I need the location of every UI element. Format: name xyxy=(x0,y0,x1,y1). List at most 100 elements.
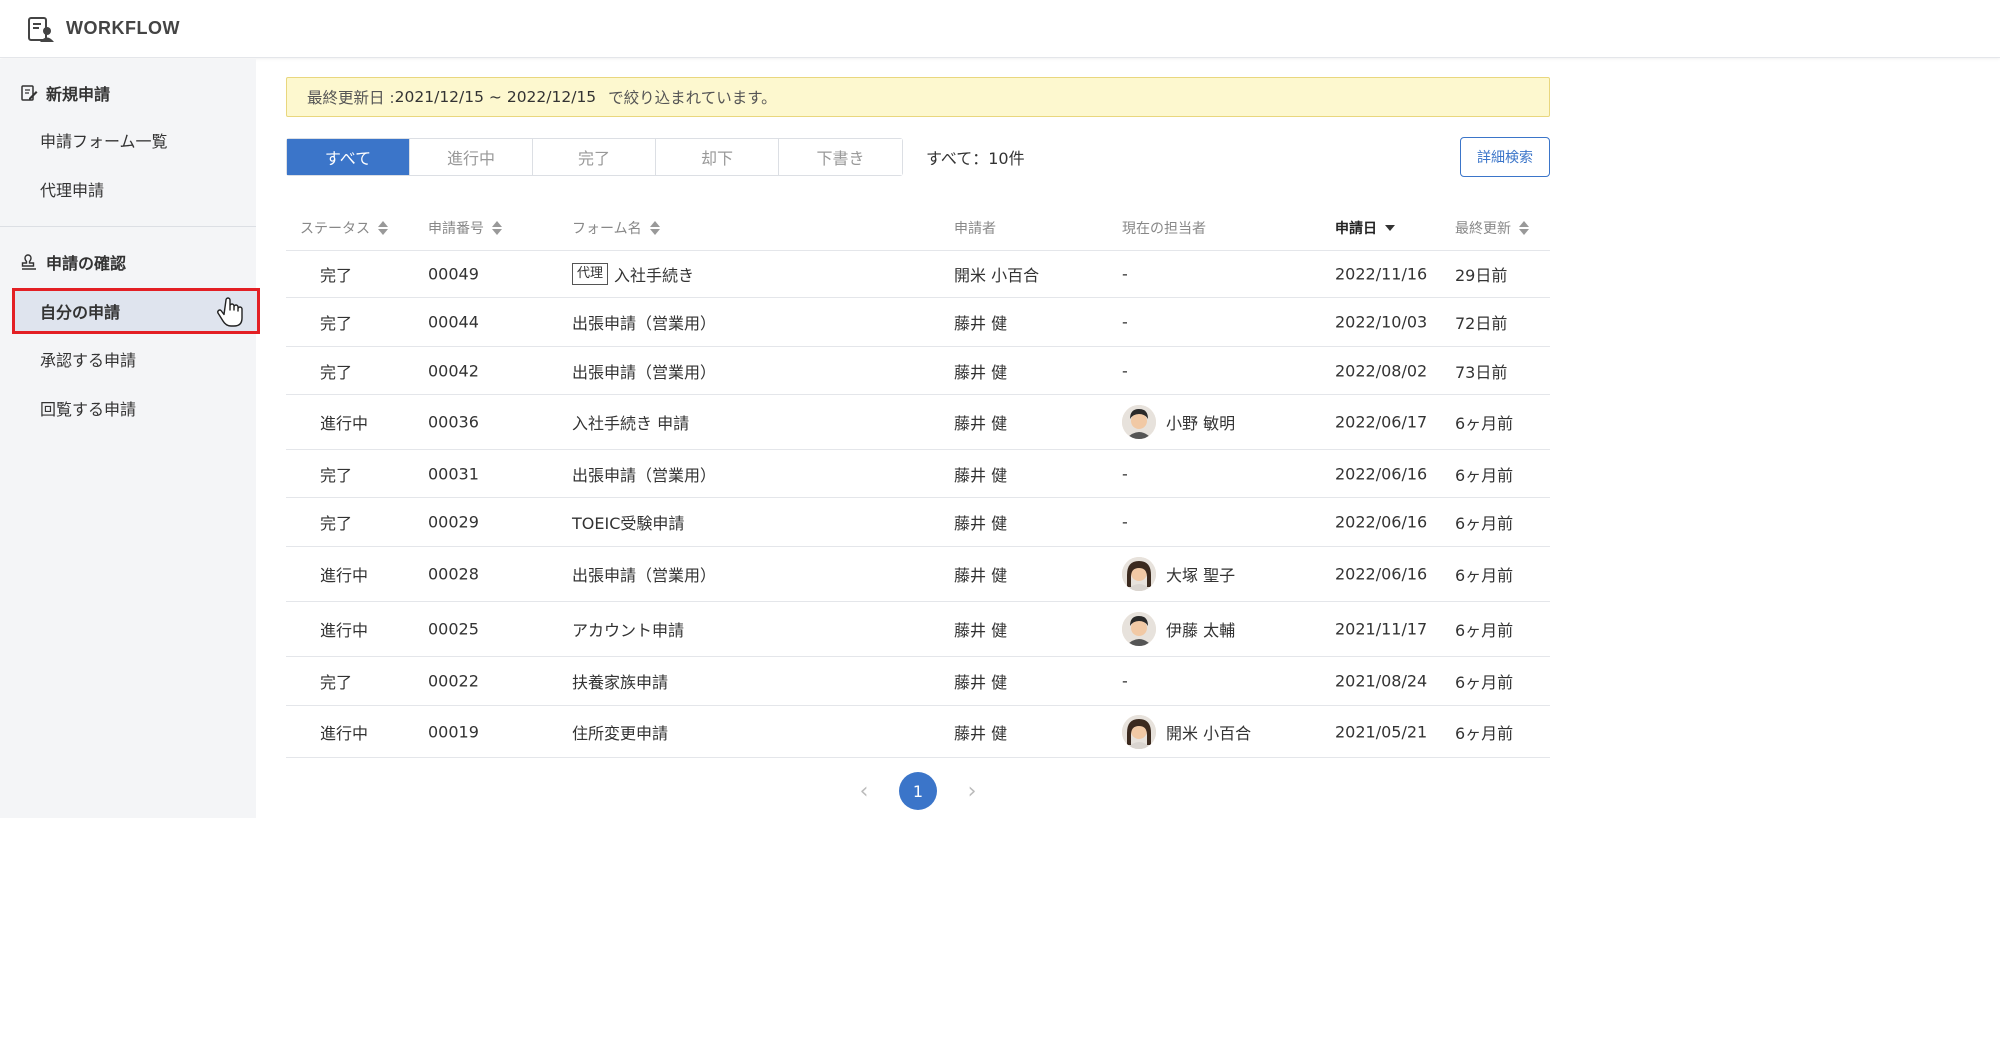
cell-updated: 6ヶ月前 xyxy=(1455,720,1513,744)
column-updated[interactable]: 最終更新 xyxy=(1455,218,1529,238)
sidebar-divider xyxy=(0,226,256,227)
column-date[interactable]: 申請日 xyxy=(1335,218,1395,238)
cell-form-name-text: 入社手続き xyxy=(614,266,695,285)
cell-applicant-text: 開米 小百合 xyxy=(954,266,1040,285)
sidebar-section-title: 新規申請 xyxy=(46,85,111,104)
cell-assignee-text: - xyxy=(1122,464,1128,483)
cell-applicant: 藤井 健 xyxy=(954,562,1007,586)
column-number[interactable]: 申請番号 xyxy=(428,218,502,238)
avatar xyxy=(1122,557,1156,591)
cell-updated: 29日前 xyxy=(1455,262,1507,286)
sidebar-item-form-list[interactable]: 申請フォーム一覧 xyxy=(12,117,260,163)
cell-assignee-text: - xyxy=(1122,512,1128,532)
table-row[interactable]: 完了 00022 扶養家族申請 藤井 健 - 2021/08/24 6ヶ月前 xyxy=(286,657,1550,706)
cell-applicant-text: 藤井 健 xyxy=(954,514,1008,533)
cell-status: 進行中 xyxy=(320,410,368,434)
avatar xyxy=(1122,612,1156,646)
tab-completed[interactable]: 完了 xyxy=(533,139,656,175)
sidebar-item-circulate-requests[interactable]: 回覧する申請 xyxy=(12,385,260,431)
page-number-button[interactable]: 1 xyxy=(899,772,937,810)
cell-updated-text: 29日前 xyxy=(1455,266,1508,285)
tab-in-progress[interactable]: 進行中 xyxy=(410,139,533,175)
cell-status: 進行中 xyxy=(320,617,368,641)
table-row[interactable]: 完了 00042 出張申請（営業用） 藤井 健 - 2022/08/02 73日前 xyxy=(286,347,1550,395)
tab-rejected[interactable]: 却下 xyxy=(656,139,779,175)
column-form-name[interactable]: フォーム名 xyxy=(572,218,660,238)
cell-applicant-text: 藤井 健 xyxy=(954,314,1008,333)
status-tabs: すべて 進行中 完了 却下 下書き xyxy=(286,138,903,176)
table-row[interactable]: 完了 00029 TOEIC受験申請 藤井 健 - 2022/06/16 6ヶ月前 xyxy=(286,498,1550,547)
cell-date: 2022/10/03 xyxy=(1335,313,1427,332)
next-page-icon[interactable]: › xyxy=(959,778,985,804)
table-row[interactable]: 進行中 00019 住所変更申請 藤井 健 開米 小百合 2021/05/21 6ヶ月前 xyxy=(286,706,1550,758)
column-label: フォーム名 xyxy=(572,221,642,237)
cell-number: 00028 xyxy=(428,565,479,584)
workflow-logo-icon xyxy=(28,16,54,42)
cell-assignee: - xyxy=(1122,672,1128,691)
cell-status-text: 進行中 xyxy=(320,566,369,585)
sidebar-item-approve-requests[interactable]: 承認する申請 xyxy=(12,336,260,382)
tab-all[interactable]: すべて xyxy=(287,139,410,175)
sort-icon xyxy=(649,221,660,235)
cell-updated: 6ヶ月前 xyxy=(1455,617,1513,641)
cell-updated: 73日前 xyxy=(1455,359,1507,383)
table-row[interactable]: 完了 00031 出張申請（営業用） 藤井 健 - 2022/06/16 6ヶ月前 xyxy=(286,450,1550,498)
pagination: ‹ 1 › xyxy=(286,771,1550,811)
cell-updated-text: 6ヶ月前 xyxy=(1455,514,1514,533)
stamp-icon xyxy=(21,254,36,270)
cell-form-name-text: 入社手続き 申請 xyxy=(572,414,690,433)
cell-number-text: 00044 xyxy=(428,312,479,332)
cell-applicant: 藤井 健 xyxy=(954,410,1007,434)
table-row[interactable]: 完了 00044 出張申請（営業用） 藤井 健 - 2022/10/03 72日前 xyxy=(286,298,1550,347)
cell-number: 00049 xyxy=(428,265,479,284)
cell-updated: 6ヶ月前 xyxy=(1455,462,1513,486)
proxy-tag: 代理 xyxy=(572,263,609,285)
cell-form-name: 代理 入社手続き xyxy=(572,262,694,286)
cell-form-name: アカウント申請 xyxy=(572,617,684,641)
sort-desc-icon xyxy=(1385,225,1395,231)
column-label: 申請番号 xyxy=(428,221,484,237)
cell-form-name: 出張申請（営業用） xyxy=(572,562,716,586)
app-logo[interactable]: WORKFLOW xyxy=(26,14,180,44)
sidebar-item-label: 自分の申請 xyxy=(40,303,121,322)
hand-cursor-icon xyxy=(217,297,243,327)
table-row[interactable]: 進行中 00028 出張申請（営業用） 藤井 健 大塚 聖子 2022/06/16 6ヶ月前 xyxy=(286,547,1550,602)
cell-date: 2021/11/17 xyxy=(1335,620,1427,639)
cell-status: 完了 xyxy=(320,262,352,286)
cell-applicant: 藤井 健 xyxy=(954,359,1007,383)
cell-form-name-text: 出張申請（営業用） xyxy=(572,566,717,585)
cell-status-text: 完了 xyxy=(320,266,353,285)
column-label: ステータス xyxy=(300,221,370,237)
advanced-search-button[interactable]: 詳細検索 xyxy=(1460,137,1550,177)
sidebar-item-proxy-request[interactable]: 代理申請 xyxy=(12,166,260,212)
cell-date: 2022/06/17 xyxy=(1335,413,1427,432)
cell-assignee: 開米 小百合 xyxy=(1122,714,1251,749)
cell-assignee: - xyxy=(1122,361,1128,380)
cell-date-text: 2022/11/16 xyxy=(1335,264,1428,284)
column-status[interactable]: ステータス xyxy=(300,218,388,238)
cell-assignee: 大塚 聖子 xyxy=(1122,557,1235,591)
cell-assignee-text: - xyxy=(1122,264,1128,284)
cell-number-text: 00029 xyxy=(428,512,479,532)
sidebar-item-label: 代理申請 xyxy=(40,181,105,200)
cell-form-name: 出張申請（営業用） xyxy=(572,359,716,383)
cell-status: 進行中 xyxy=(320,562,368,586)
cell-status-text: 完了 xyxy=(320,514,353,533)
cell-number: 00044 xyxy=(428,313,479,332)
cell-date-text: 2022/06/17 xyxy=(1335,412,1428,432)
column-label: 申請日 xyxy=(1335,221,1377,237)
table-row[interactable]: 完了 00049 代理 入社手続き 開米 小百合 - 2022/11/16 29日前 xyxy=(286,251,1550,298)
cell-applicant: 藤井 健 xyxy=(954,510,1007,534)
cell-date: 2022/11/16 xyxy=(1335,265,1427,284)
table-row[interactable]: 進行中 00036 入社手続き 申請 藤井 健 小野 敏明 2022/06/17 6ヶ月前 xyxy=(286,395,1550,450)
cell-assignee-text: 小野 敏明 xyxy=(1166,414,1236,433)
result-count: すべて：10件 xyxy=(926,149,1025,168)
cell-status: 進行中 xyxy=(320,720,368,744)
table-row[interactable]: 進行中 00025 アカウント申請 藤井 健 伊藤 太輔 2021/11/17 6ヶ月前 xyxy=(286,602,1550,657)
sidebar-item-my-requests[interactable]: 自分の申請 xyxy=(12,288,260,334)
tab-draft[interactable]: 下書き xyxy=(779,139,902,175)
cell-status: 完了 xyxy=(320,462,352,486)
prev-page-icon[interactable]: ‹ xyxy=(851,778,877,804)
cell-assignee-text: - xyxy=(1122,361,1128,380)
sidebar-item-label: 申請フォーム一覧 xyxy=(40,132,168,151)
